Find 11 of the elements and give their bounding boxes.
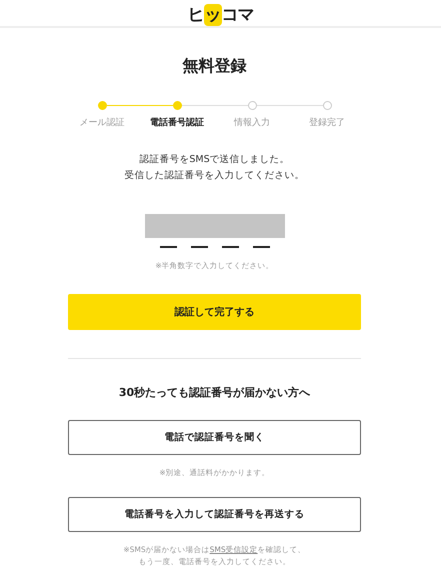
- instruction-text: 認証番号をSMSで送信しました。 受信した認証番号を入力してください。: [124, 153, 304, 183]
- step-label: メール認証: [80, 116, 124, 129]
- logo[interactable]: ヒ ッ コマ: [188, 4, 254, 26]
- section-heading: 30秒たっても認証番号が届かない方へ: [118, 385, 310, 400]
- step-label: 登録完了: [309, 116, 345, 129]
- step-label: 電話番号認証: [150, 116, 204, 129]
- page-title: 無料登録: [182, 56, 246, 76]
- step-label: 情報入力: [234, 116, 270, 129]
- resend-button[interactable]: 電話番号を入力して認証番号を再送する: [68, 497, 361, 532]
- call-button[interactable]: 電話で認証番号を聞く: [68, 420, 361, 455]
- submit-button[interactable]: 認証して完了する: [68, 294, 361, 330]
